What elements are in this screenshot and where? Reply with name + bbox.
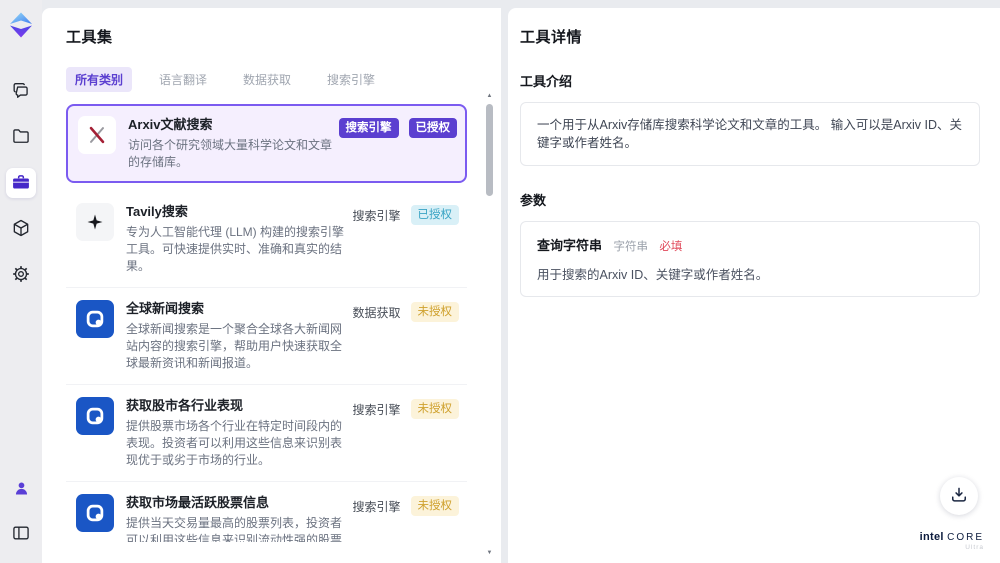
category-tabs: 所有类别 语言翻译 数据获取 搜索引擎	[66, 67, 481, 92]
chat-icon	[11, 80, 31, 103]
detail-panel: 工具详情 工具介绍 一个用于从Arxiv存储库搜索科学论文和文章的工具。 输入可…	[508, 8, 1000, 563]
tool-card[interactable]: Arxiv文献搜索访问各个研究领域大量科学论文和文章的存储库。 搜索引擎 已授权	[66, 104, 467, 183]
brand-intel: intel	[919, 531, 944, 543]
tool-name: Tavily搜索	[126, 204, 188, 219]
rail-bottom	[6, 475, 36, 549]
user-icon	[12, 479, 31, 501]
params-heading: 参数	[520, 193, 547, 208]
tool-card[interactable]: 全球新闻搜索全球新闻搜索是一个聚合全球各大新闻网站内容的搜索引擎，帮助用户快速获…	[66, 288, 467, 385]
param-name: 查询字符串	[537, 238, 603, 253]
cube-icon	[11, 218, 31, 241]
download-icon	[949, 485, 969, 508]
tool-name: 获取市场最活跃股票信息	[126, 495, 270, 510]
tool-category-badge: 搜索引擎	[352, 499, 401, 514]
tool-name: 全球新闻搜索	[126, 301, 205, 316]
param-required-badge: 必填	[659, 241, 683, 253]
tool-card[interactable]: Tavily搜索专为人工智能代理 (LLM) 构建的搜索引擎工具。可快速提供实时…	[66, 191, 467, 288]
tool-category-badge: 搜索引擎	[352, 208, 401, 223]
nav-files-button[interactable]	[6, 122, 36, 152]
param-head: 查询字符串 字符串 必填	[537, 235, 963, 255]
intro-heading: 工具介绍	[520, 74, 573, 89]
tool-category-badge: 搜索引擎	[352, 402, 401, 417]
tool-list: Arxiv文献搜索 访问各个研究领域大量科学论文和文章的存储库。 搜索引擎 已授权 Ta…	[66, 104, 481, 542]
nav-account-button[interactable]	[6, 475, 36, 505]
scroll-down-icon[interactable]: ▼	[485, 549, 494, 557]
page-title: 工具集	[66, 29, 113, 46]
nav-rail	[0, 0, 42, 563]
tool-status-badge: 未授权	[410, 496, 459, 516]
rail-nav	[6, 76, 36, 290]
nav-collapse-button[interactable]	[6, 519, 36, 549]
tool-category-badge: 搜索引擎	[338, 118, 399, 138]
qnews-tool-icon	[76, 300, 114, 338]
tool-desc: 全球新闻搜索是一个聚合全球各大新闻网站内容的搜索引擎，帮助用户快速获取全球最新资…	[126, 322, 343, 370]
tool-status-badge: 未授权	[410, 302, 459, 322]
qnews-tool-icon	[76, 494, 114, 532]
param-desc: 用于搜索的Arxiv ID、关键字或作者姓名。	[537, 268, 769, 282]
intro-box: 一个用于从Arxiv存储库搜索科学论文和文章的工具。 输入可以是Arxiv ID…	[520, 102, 980, 166]
download-button[interactable]	[940, 477, 978, 515]
tab-0[interactable]: 所有类别	[66, 67, 133, 92]
nav-chat-button[interactable]	[6, 76, 36, 106]
tool-desc: 专为人工智能代理 (LLM) 构建的搜索引擎工具。可快速提供实时、准确和真实的结…	[126, 225, 345, 273]
folder-icon	[11, 126, 31, 149]
tool-status-badge: 未授权	[410, 399, 459, 419]
qnews-tool-icon	[76, 397, 114, 435]
tool-desc: 提供当天交易量最高的股票列表，投资者可以利用这些信息来识别流动性强的股票和潜在的…	[126, 516, 343, 542]
tool-status-badge: 已授权	[408, 118, 457, 138]
brand-core: CORE	[947, 532, 984, 543]
briefcase-icon	[11, 172, 31, 195]
tool-name: Arxiv文献搜索	[128, 117, 213, 132]
tool-card[interactable]: 获取市场最活跃股票信息提供当天交易量最高的股票列表，投资者可以利用这些信息来识别…	[66, 482, 467, 542]
scroll-up-icon[interactable]: ▲	[485, 92, 494, 100]
tool-card[interactable]: 获取股市各行业表现提供股票市场各个行业在特定时间段内的表现。投资者可以利用这些信…	[66, 385, 467, 482]
app-logo-icon[interactable]	[6, 10, 36, 40]
arxiv-tool-icon	[78, 116, 116, 154]
detail-title: 工具详情	[520, 29, 583, 46]
nav-settings-button[interactable]	[6, 260, 36, 290]
app-root: 工具集 所有类别 语言翻译 数据获取 搜索引擎 Arxiv文献搜索 访问各个研究领域大量…	[0, 0, 1000, 563]
intel-core-logo: intel CORE Ultra	[920, 531, 984, 551]
intro-text: 一个用于从Arxiv存储库搜索科学论文和文章的工具。 输入可以是Arxiv ID…	[537, 118, 963, 150]
scrollbar[interactable]: ▲ ▼	[485, 92, 494, 557]
scrollbar-thumb[interactable]	[486, 104, 493, 196]
param-box: 查询字符串 字符串 必填 用于搜索的Arxiv ID、关键字或作者姓名。	[520, 221, 980, 297]
tool-status-badge: 已授权	[410, 205, 459, 225]
tool-name: 获取股市各行业表现	[126, 398, 244, 413]
tab-1[interactable]: 语言翻译	[150, 67, 216, 92]
panel-icon	[11, 523, 31, 546]
tool-category-badge: 数据获取	[352, 305, 401, 320]
gear-icon	[11, 264, 31, 287]
brand-sub: Ultra	[965, 544, 984, 551]
tab-2[interactable]: 数据获取	[234, 67, 300, 92]
tool-desc: 访问各个研究领域大量科学论文和文章的存储库。	[128, 138, 333, 169]
tool-desc: 提供股票市场各个行业在特定时间段内的表现。投资者可以利用这些信息来识别表现优于或…	[126, 419, 343, 467]
param-type: 字符串	[613, 241, 648, 253]
tools-panel: 工具集 所有类别 语言翻译 数据获取 搜索引擎 Arxiv文献搜索 访问各个研究领域大量…	[42, 8, 501, 563]
nav-models-button[interactable]	[6, 214, 36, 244]
tab-3[interactable]: 搜索引擎	[318, 67, 384, 92]
tavily-tool-icon	[76, 203, 114, 241]
nav-tools-button[interactable]	[6, 168, 36, 198]
